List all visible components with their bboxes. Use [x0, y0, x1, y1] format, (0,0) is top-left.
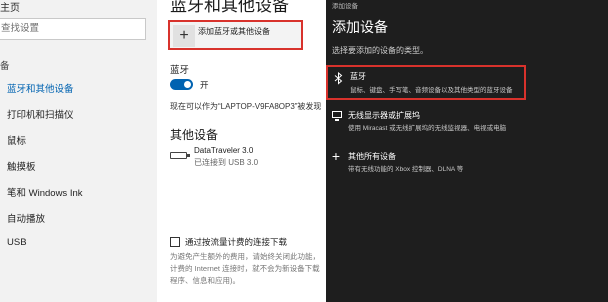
metered-desc-line: 为避免产生额外的费用，请始终关闭此功能， — [170, 252, 320, 261]
device-name: DataTraveler 3.0 — [194, 146, 254, 155]
settings-sidebar: 主页 查找设置 备 蓝牙和其他设备 打印机和扫描仪 鼠标 触摸板 笔和 Wind… — [0, 0, 157, 302]
search-input[interactable]: 查找设置 — [0, 18, 146, 40]
plus-icon: + — [331, 148, 341, 164]
metered-description: 为避免产生额外的费用，请始终关闭此功能， 计费的 Internet 连接时，就不… — [170, 251, 325, 287]
option-bluetooth-title: 蓝牙 — [350, 72, 366, 81]
option-wireless-display-desc: 使用 Miracast 或无线扩展坞的无线监视器、电视或电脑 — [348, 125, 507, 132]
add-device-dialog: 添加设备 添加设备 选择要添加的设备的类型。 蓝牙 鼠标、键盘、手写笔、音频设备… — [326, 0, 608, 302]
bluetooth-toggle-state: 开 — [200, 80, 209, 90]
metered-desc-line: 计费的 Internet 连接时，就不会为新设备下载 — [170, 264, 320, 273]
bluetooth-toggle[interactable] — [170, 79, 193, 90]
dialog-title: 添加设备 — [332, 19, 388, 35]
option-other-devices[interactable]: + 其他所有设备 带有无线功能的 Xbox 控制器、DLNA 等 — [326, 148, 526, 182]
metered-download-row: 通过按流量计费的连接下载 — [170, 236, 326, 250]
add-device-label: 添加蓝牙或其他设备 — [198, 27, 270, 36]
monitor-icon — [332, 111, 342, 121]
metered-download-checkbox[interactable] — [170, 237, 180, 247]
bluetooth-icon — [332, 71, 344, 88]
dialog-subtitle: 选择要添加的设备的类型。 — [332, 46, 428, 55]
plus-icon: + — [173, 25, 195, 47]
device-item[interactable]: DataTraveler 3.0 已连接到 USB 3.0 — [170, 145, 320, 173]
home-link[interactable]: 主页 — [0, 0, 20, 14]
option-wireless-display-title: 无线显示器或扩展坞 — [348, 111, 420, 120]
metered-download-label: 通过按流量计费的连接下载 — [185, 237, 288, 247]
device-status: 已连接到 USB 3.0 — [194, 158, 259, 167]
sidebar-item-mouse[interactable]: 鼠标 — [7, 133, 26, 147]
option-bluetooth-desc: 鼠标、键盘、手写笔、音频设备以及其他类型的蓝牙设备 — [350, 87, 513, 94]
sidebar-section-label: 备 — [0, 61, 10, 72]
other-devices-heading: 其他设备 — [170, 128, 219, 142]
usb-drive-icon — [170, 152, 190, 159]
bluetooth-heading: 蓝牙 — [170, 65, 190, 76]
discoverable-text: 现在可以作为“LAPTOP-V9FA8OP3”被发现 — [170, 102, 322, 111]
option-other-devices-desc: 带有无线功能的 Xbox 控制器、DLNA 等 — [348, 166, 464, 173]
sidebar-item-autoplay[interactable]: 自动播放 — [7, 211, 45, 225]
sidebar-item-usb[interactable]: USB — [7, 237, 27, 248]
option-other-devices-title: 其他所有设备 — [348, 152, 396, 161]
dialog-caption: 添加设备 — [332, 3, 358, 10]
option-bluetooth[interactable]: 蓝牙 鼠标、键盘、手写笔、音频设备以及其他类型的蓝牙设备 — [326, 65, 526, 100]
add-device-button[interactable]: + 添加蓝牙或其他设备 — [168, 20, 303, 50]
metered-desc-line: 程序、信息和应用)。 — [170, 276, 240, 285]
option-wireless-display[interactable]: 无线显示器或扩展坞 使用 Miracast 或无线扩展坞的无线监视器、电视或电脑 — [326, 108, 526, 142]
main-content: 蓝牙和其他设备 + 添加蓝牙或其他设备 蓝牙 开 现在可以作为“LAPTOP-V… — [157, 0, 326, 302]
sidebar-item-pen[interactable]: 笔和 Windows Ink — [7, 185, 83, 199]
sidebar-item-printers[interactable]: 打印机和扫描仪 — [7, 107, 74, 121]
sidebar-item-bluetooth[interactable]: 蓝牙和其他设备 — [7, 81, 74, 95]
page-title: 蓝牙和其他设备 — [170, 0, 289, 15]
sidebar-item-touchpad[interactable]: 触摸板 — [7, 159, 36, 173]
